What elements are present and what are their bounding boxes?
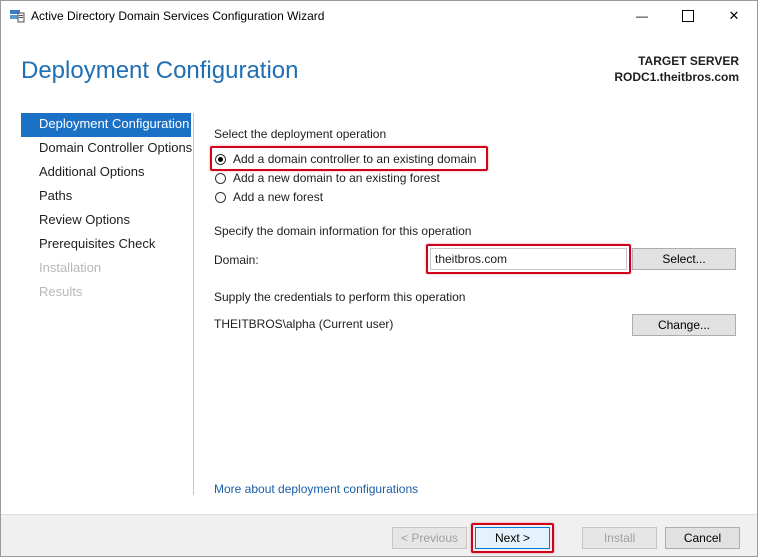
nav-divider <box>193 113 194 495</box>
server-manager-icon <box>9 9 25 23</box>
more-info-link[interactable]: More about deployment configurations <box>214 482 418 496</box>
radio-new-domain-label: Add a new domain to an existing forest <box>233 171 440 185</box>
title-bar: Active Directory Domain Services Configu… <box>1 1 757 31</box>
nav-review-options[interactable]: Review Options <box>21 209 191 233</box>
close-icon: ✕ <box>728 8 740 23</box>
page-title: Deployment Configuration <box>21 57 299 84</box>
cancel-button[interactable]: Cancel <box>665 527 740 549</box>
previous-button[interactable]: < Previous <box>392 527 467 549</box>
minimize-button[interactable]: — <box>619 1 665 31</box>
radio-new-domain[interactable]: Add a new domain to an existing forest <box>215 171 440 185</box>
highlight-box-domain <box>426 244 631 274</box>
nav-additional-options[interactable]: Additional Options <box>21 161 191 185</box>
footer-bar: < Previous Next > Install Cancel <box>1 514 757 556</box>
domain-label: Domain: <box>214 253 259 267</box>
nav-paths[interactable]: Paths <box>21 185 191 209</box>
nav-deployment-configuration[interactable]: Deployment Configuration <box>21 113 191 137</box>
maximize-button[interactable] <box>665 1 711 31</box>
nav-installation: Installation <box>39 260 102 275</box>
domain-info-label: Specify the domain information for this … <box>214 224 472 238</box>
nav-prerequisites-check[interactable]: Prerequisites Check <box>21 233 191 257</box>
operation-label: Select the deployment operation <box>214 127 387 141</box>
radio-new-forest-label: Add a new forest <box>233 190 324 204</box>
radio-new-forest[interactable]: Add a new forest <box>215 190 323 204</box>
radio-unselected-icon <box>215 172 226 184</box>
wizard-nav: Deployment Configuration Domain Controll… <box>21 113 192 305</box>
wizard-window: Active Directory Domain Services Configu… <box>0 0 758 557</box>
select-domain-button[interactable]: Select... <box>632 248 736 270</box>
change-credentials-button[interactable]: Change... <box>632 314 736 336</box>
radio-existing-domain[interactable]: Add a domain controller to an existing d… <box>215 152 476 166</box>
target-server-name: RODC1.theitbros.com <box>614 70 739 84</box>
radio-existing-domain-label: Add a domain controller to an existing d… <box>233 152 477 166</box>
credentials-label: Supply the credentials to perform this o… <box>214 290 466 304</box>
radio-selected-icon <box>215 153 226 165</box>
install-button[interactable]: Install <box>582 527 657 549</box>
window-title: Active Directory Domain Services Configu… <box>31 9 325 23</box>
nav-domain-controller-options[interactable]: Domain Controller Options <box>21 137 192 161</box>
highlight-box-next <box>471 523 554 553</box>
maximize-icon <box>682 10 694 22</box>
radio-unselected-icon <box>215 191 226 203</box>
close-button[interactable]: ✕ <box>711 1 757 31</box>
minimize-icon: — <box>636 9 648 23</box>
target-server-label: TARGET SERVER <box>638 54 739 68</box>
nav-results: Results <box>39 284 83 299</box>
credentials-value: THEITBROS\alpha (Current user) <box>214 317 394 331</box>
